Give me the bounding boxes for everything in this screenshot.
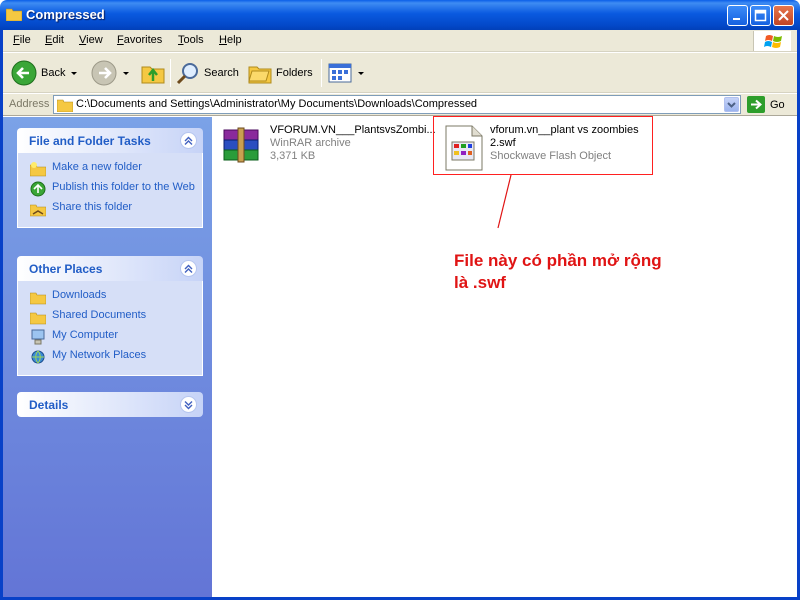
- address-dropdown-button[interactable]: [724, 97, 739, 112]
- place-label: Downloads: [52, 289, 107, 301]
- views-button[interactable]: [328, 59, 364, 87]
- menu-file[interactable]: File: [13, 34, 31, 46]
- maximize-icon: [754, 9, 767, 22]
- place-label: My Network Places: [52, 349, 147, 361]
- place-label: My Computer: [52, 329, 119, 341]
- views-dropdown-icon[interactable]: [358, 71, 364, 75]
- task-share-folder[interactable]: Share this folder: [30, 201, 196, 217]
- computer-icon: [31, 329, 45, 345]
- folder-icon: [30, 292, 46, 305]
- task-publish-folder[interactable]: Publish this folder to the Web: [30, 181, 196, 197]
- back-label: Back: [41, 67, 66, 79]
- chevron-down-icon: [727, 102, 736, 108]
- back-arrow-icon: [11, 60, 37, 86]
- toolbar-separator: [321, 59, 322, 87]
- folder-icon: [6, 8, 22, 21]
- network-icon: [31, 350, 45, 364]
- back-dropdown-icon[interactable]: [71, 71, 78, 75]
- views-icon: [328, 63, 352, 83]
- task-make-new-folder[interactable]: Make a new folder: [30, 161, 196, 177]
- place-my-network[interactable]: My Network Places: [30, 349, 196, 365]
- minimize-icon: [733, 18, 740, 20]
- menu-tools[interactable]: Tools: [178, 34, 204, 46]
- place-downloads[interactable]: Downloads: [30, 289, 196, 305]
- folder-icon: [30, 312, 46, 325]
- panel-body: Make a new folder Publish this folder to…: [17, 153, 203, 228]
- search-label: Search: [204, 67, 239, 79]
- forward-button[interactable]: [91, 59, 129, 87]
- panel-title: Other Places: [29, 262, 103, 276]
- window-title: Compressed: [26, 7, 105, 22]
- expand-icon[interactable]: [180, 396, 197, 413]
- toolbar-separator: [170, 59, 171, 87]
- panel-header[interactable]: Other Places: [17, 256, 203, 281]
- folder-icon: [57, 99, 73, 112]
- collapse-icon[interactable]: [180, 132, 197, 149]
- globe-icon: [30, 181, 46, 197]
- toolbar: Back Search Folders: [3, 53, 797, 93]
- annotation-highlight-box: [433, 116, 653, 175]
- panel-title: File and Folder Tasks: [29, 134, 151, 148]
- details-panel: Details: [17, 392, 203, 417]
- file-item-rar[interactable]: VFORUM.VN___PlantsvsZombi... WinRAR arch…: [220, 124, 436, 172]
- close-button[interactable]: [773, 5, 794, 26]
- annotation-text: File này có phần mở rộng là .swf: [454, 251, 662, 292]
- maximize-button[interactable]: [750, 5, 771, 26]
- other-places-panel: Other Places Downloads Shared Documents …: [17, 256, 203, 376]
- window-border: [0, 30, 3, 600]
- up-folder-button[interactable]: [141, 59, 165, 87]
- go-label: Go: [770, 98, 785, 111]
- new-folder-icon: [30, 162, 46, 177]
- back-button[interactable]: Back: [11, 59, 78, 87]
- menu-view[interactable]: View: [79, 34, 103, 46]
- forward-arrow-icon: [91, 60, 117, 86]
- folder-up-icon: [141, 66, 165, 84]
- menu-help[interactable]: Help: [219, 34, 242, 46]
- file-name: VFORUM.VN___PlantsvsZombi...: [270, 124, 436, 136]
- task-pane: File and Folder Tasks Make a new folder …: [3, 117, 212, 597]
- address-bar: Address C:\Documents and Settings\Admini…: [3, 94, 797, 116]
- windows-logo-icon: [753, 31, 791, 51]
- place-label: Shared Documents: [52, 309, 147, 321]
- minimize-button[interactable]: [727, 5, 748, 26]
- winrar-icon: [223, 127, 259, 163]
- place-my-computer[interactable]: My Computer: [30, 329, 196, 345]
- menu-favorites[interactable]: Favorites: [117, 34, 162, 46]
- panel-header[interactable]: File and Folder Tasks: [17, 128, 203, 153]
- share-folder-icon: [30, 204, 46, 217]
- task-label: Share this folder: [52, 201, 133, 213]
- collapse-icon[interactable]: [180, 260, 197, 277]
- search-icon: [176, 63, 198, 85]
- folders-button[interactable]: Folders: [248, 59, 313, 87]
- file-folder-tasks-panel: File and Folder Tasks Make a new folder …: [17, 128, 203, 228]
- task-label: Publish this folder to the Web: [52, 181, 195, 193]
- menu-bar: File Edit View Favorites Tools Help: [3, 30, 797, 52]
- panel-title: Details: [29, 398, 69, 412]
- forward-dropdown-icon[interactable]: [123, 71, 129, 75]
- go-button[interactable]: Go: [747, 95, 791, 114]
- address-label: Address: [9, 98, 50, 110]
- go-arrow-icon: [747, 96, 765, 113]
- file-list: VFORUM.VN___PlantsvsZombi... WinRAR arch…: [212, 117, 797, 597]
- folders-icon: [248, 66, 272, 84]
- place-shared-documents[interactable]: Shared Documents: [30, 309, 196, 325]
- folders-label: Folders: [276, 67, 313, 79]
- menu-edit[interactable]: Edit: [45, 34, 64, 46]
- file-size: 3,371 KB: [270, 150, 316, 162]
- title-bar: Compressed: [0, 0, 800, 30]
- file-type: WinRAR archive: [270, 137, 351, 149]
- panel-header[interactable]: Details: [17, 392, 203, 417]
- address-path: C:\Documents and Settings\Administrator\…: [76, 98, 478, 110]
- search-button[interactable]: Search: [176, 59, 239, 87]
- close-icon: [778, 10, 789, 21]
- task-label: Make a new folder: [52, 161, 142, 173]
- address-input[interactable]: C:\Documents and Settings\Administrator\…: [53, 95, 741, 114]
- file-info: VFORUM.VN___PlantsvsZombi... WinRAR arch…: [270, 124, 436, 172]
- panel-body: Downloads Shared Documents My Computer M…: [17, 281, 203, 376]
